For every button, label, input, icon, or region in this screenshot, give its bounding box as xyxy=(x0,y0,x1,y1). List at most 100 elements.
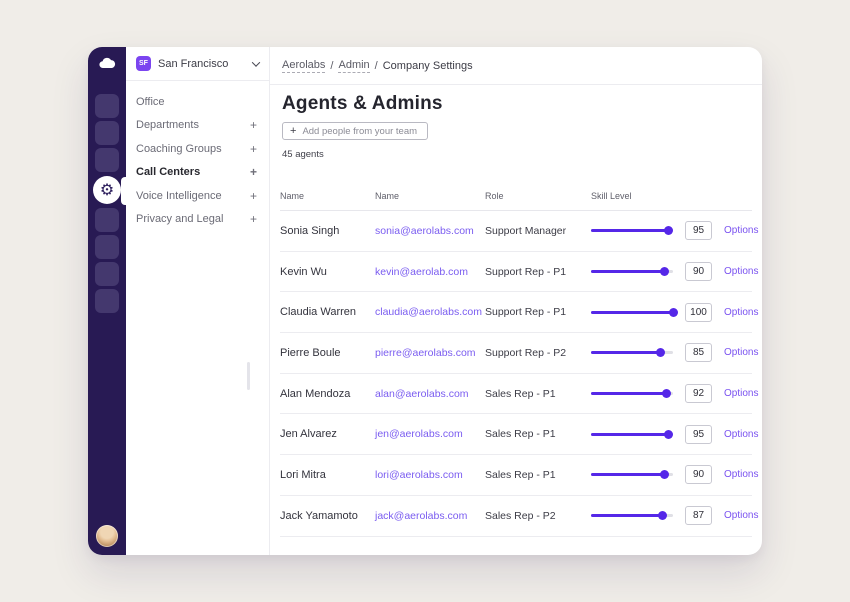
skill-slider[interactable] xyxy=(591,433,673,436)
icon-rail: ⚙ xyxy=(88,47,126,555)
sidebar-item-coaching-groups[interactable]: Coaching Groups + xyxy=(136,137,257,161)
sidebar-item-privacy-and-legal[interactable]: Privacy and Legal + xyxy=(136,208,257,232)
expand-plus-icon[interactable]: + xyxy=(250,190,257,202)
skill-slider[interactable] xyxy=(591,473,673,476)
skill-slider-thumb[interactable] xyxy=(656,348,665,357)
rail-nav-icon[interactable] xyxy=(95,208,119,232)
sidebar-item-label: Coaching Groups xyxy=(136,143,222,155)
skill-value-input[interactable]: 92 xyxy=(685,384,712,403)
skill-slider[interactable] xyxy=(591,270,673,273)
agent-email[interactable]: kevin@aerolab.com xyxy=(375,266,485,278)
skill-slider[interactable] xyxy=(591,351,673,354)
skill-value-input[interactable]: 95 xyxy=(685,221,712,240)
skill-slider[interactable] xyxy=(591,514,673,517)
skill-slider-fill xyxy=(591,270,665,273)
rail-nav-icon[interactable] xyxy=(95,94,119,118)
options-link[interactable]: Options xyxy=(724,266,758,277)
skill-slider-thumb[interactable] xyxy=(664,226,673,235)
agents-content: Agents & Admins + Add people from your t… xyxy=(270,85,762,555)
skill-value-input[interactable]: 100 xyxy=(685,303,712,322)
agent-email[interactable]: claudia@aerolabs.com xyxy=(375,306,485,318)
sidebar-item-label: Departments xyxy=(136,119,199,131)
agent-role: Sales Rep - P1 xyxy=(485,388,591,400)
workspace-badge: SF xyxy=(136,56,151,71)
main-panel: Aerolabs / Admin / Company Settings Agen… xyxy=(270,47,762,555)
agent-name: Jack Yamamoto xyxy=(280,510,375,522)
sidebar-item-voice-intelligence[interactable]: Voice Intelligence + xyxy=(136,184,257,208)
skill-slider[interactable] xyxy=(591,229,673,232)
table-header-row: Name Name Role Skill Level xyxy=(280,191,752,211)
agent-name: Jen Alvarez xyxy=(280,428,375,440)
agent-email[interactable]: sonia@aerolabs.com xyxy=(375,225,485,237)
agents-count: 45 agents xyxy=(282,149,752,160)
table-row: Sonia Singh sonia@aerolabs.com Support M… xyxy=(280,211,752,252)
sidebar-item-office[interactable]: Office xyxy=(136,90,257,114)
breadcrumb: Aerolabs / Admin / Company Settings xyxy=(270,47,762,85)
expand-plus-icon[interactable]: + xyxy=(250,213,257,225)
chevron-down-icon xyxy=(252,58,260,66)
workspace-selector[interactable]: SF San Francisco xyxy=(126,47,269,81)
options-link[interactable]: Options xyxy=(724,510,758,521)
agent-email[interactable]: lori@aerolabs.com xyxy=(375,469,485,481)
user-avatar[interactable] xyxy=(96,525,118,547)
agent-email[interactable]: pierre@aerolabs.com xyxy=(375,347,485,359)
agent-name: Claudia Warren xyxy=(280,306,375,318)
sidebar-item-label: Privacy and Legal xyxy=(136,213,223,225)
skill-slider-thumb[interactable] xyxy=(658,511,667,520)
sidebar-scrollbar-thumb[interactable] xyxy=(247,362,250,390)
add-people-button[interactable]: + Add people from your team xyxy=(282,122,428,140)
expand-plus-icon[interactable]: + xyxy=(250,143,257,155)
options-link[interactable]: Options xyxy=(724,469,758,480)
rail-nav-icon[interactable] xyxy=(95,289,119,313)
agent-role: Sales Rep - P2 xyxy=(485,510,591,522)
skill-slider-thumb[interactable] xyxy=(664,430,673,439)
skill-slider-thumb[interactable] xyxy=(660,267,669,276)
header-email: Name xyxy=(375,191,485,201)
sidebar-item-departments[interactable]: Departments + xyxy=(136,114,257,138)
skill-value-input[interactable]: 87 xyxy=(685,506,712,525)
workspace-name: San Francisco xyxy=(158,58,228,70)
skill-value-input[interactable]: 95 xyxy=(685,425,712,444)
agent-name: Alan Mendoza xyxy=(280,388,375,400)
rail-nav-icon[interactable] xyxy=(95,235,119,259)
breadcrumb-link-aerolabs[interactable]: Aerolabs xyxy=(282,59,325,73)
skill-value-input[interactable]: 90 xyxy=(685,465,712,484)
skill-slider[interactable] xyxy=(591,392,673,395)
agent-email[interactable]: alan@aerolabs.com xyxy=(375,388,485,400)
agent-role: Support Manager xyxy=(485,225,591,237)
table-row: Claudia Warren claudia@aerolabs.com Supp… xyxy=(280,292,752,333)
skill-value-input[interactable]: 90 xyxy=(685,262,712,281)
settings-active-button[interactable]: ⚙ xyxy=(93,176,121,204)
sidebar-item-call-centers[interactable]: Call Centers + xyxy=(136,161,257,185)
agent-email[interactable]: jen@aerolabs.com xyxy=(375,428,485,440)
rail-nav-icon[interactable] xyxy=(95,262,119,286)
rail-nav-icon[interactable] xyxy=(95,121,119,145)
breadcrumb-link-admin[interactable]: Admin xyxy=(338,59,369,73)
rail-tiles-top xyxy=(95,94,119,172)
cloud-logo-icon[interactable] xyxy=(99,57,116,69)
breadcrumb-separator: / xyxy=(330,60,333,72)
agent-email[interactable]: jack@aerolabs.com xyxy=(375,510,485,522)
skill-slider-fill xyxy=(591,514,662,517)
options-link[interactable]: Options xyxy=(724,429,758,440)
options-link[interactable]: Options xyxy=(724,347,758,358)
skill-value-input[interactable]: 85 xyxy=(685,343,712,362)
options-link[interactable]: Options xyxy=(724,225,758,236)
expand-plus-icon[interactable]: + xyxy=(250,166,257,178)
page-background: ⚙ SF San Francisco Office Departments + … xyxy=(0,0,850,602)
options-link[interactable]: Options xyxy=(724,307,758,318)
rail-tiles-bottom xyxy=(95,208,119,313)
skill-slider-thumb[interactable] xyxy=(662,389,671,398)
skill-slider-thumb[interactable] xyxy=(660,470,669,479)
expand-plus-icon[interactable]: + xyxy=(250,119,257,131)
sidebar-item-label: Office xyxy=(136,96,165,108)
agent-name: Kevin Wu xyxy=(280,266,375,278)
skill-slider-fill xyxy=(591,351,661,354)
rail-nav-icon[interactable] xyxy=(95,148,119,172)
agent-role: Support Rep - P1 xyxy=(485,306,591,318)
options-link[interactable]: Options xyxy=(724,388,758,399)
skill-slider-thumb[interactable] xyxy=(669,308,678,317)
skill-slider[interactable] xyxy=(591,311,673,314)
page-title: Agents & Admins xyxy=(282,93,752,115)
skill-slider-fill xyxy=(591,311,673,314)
